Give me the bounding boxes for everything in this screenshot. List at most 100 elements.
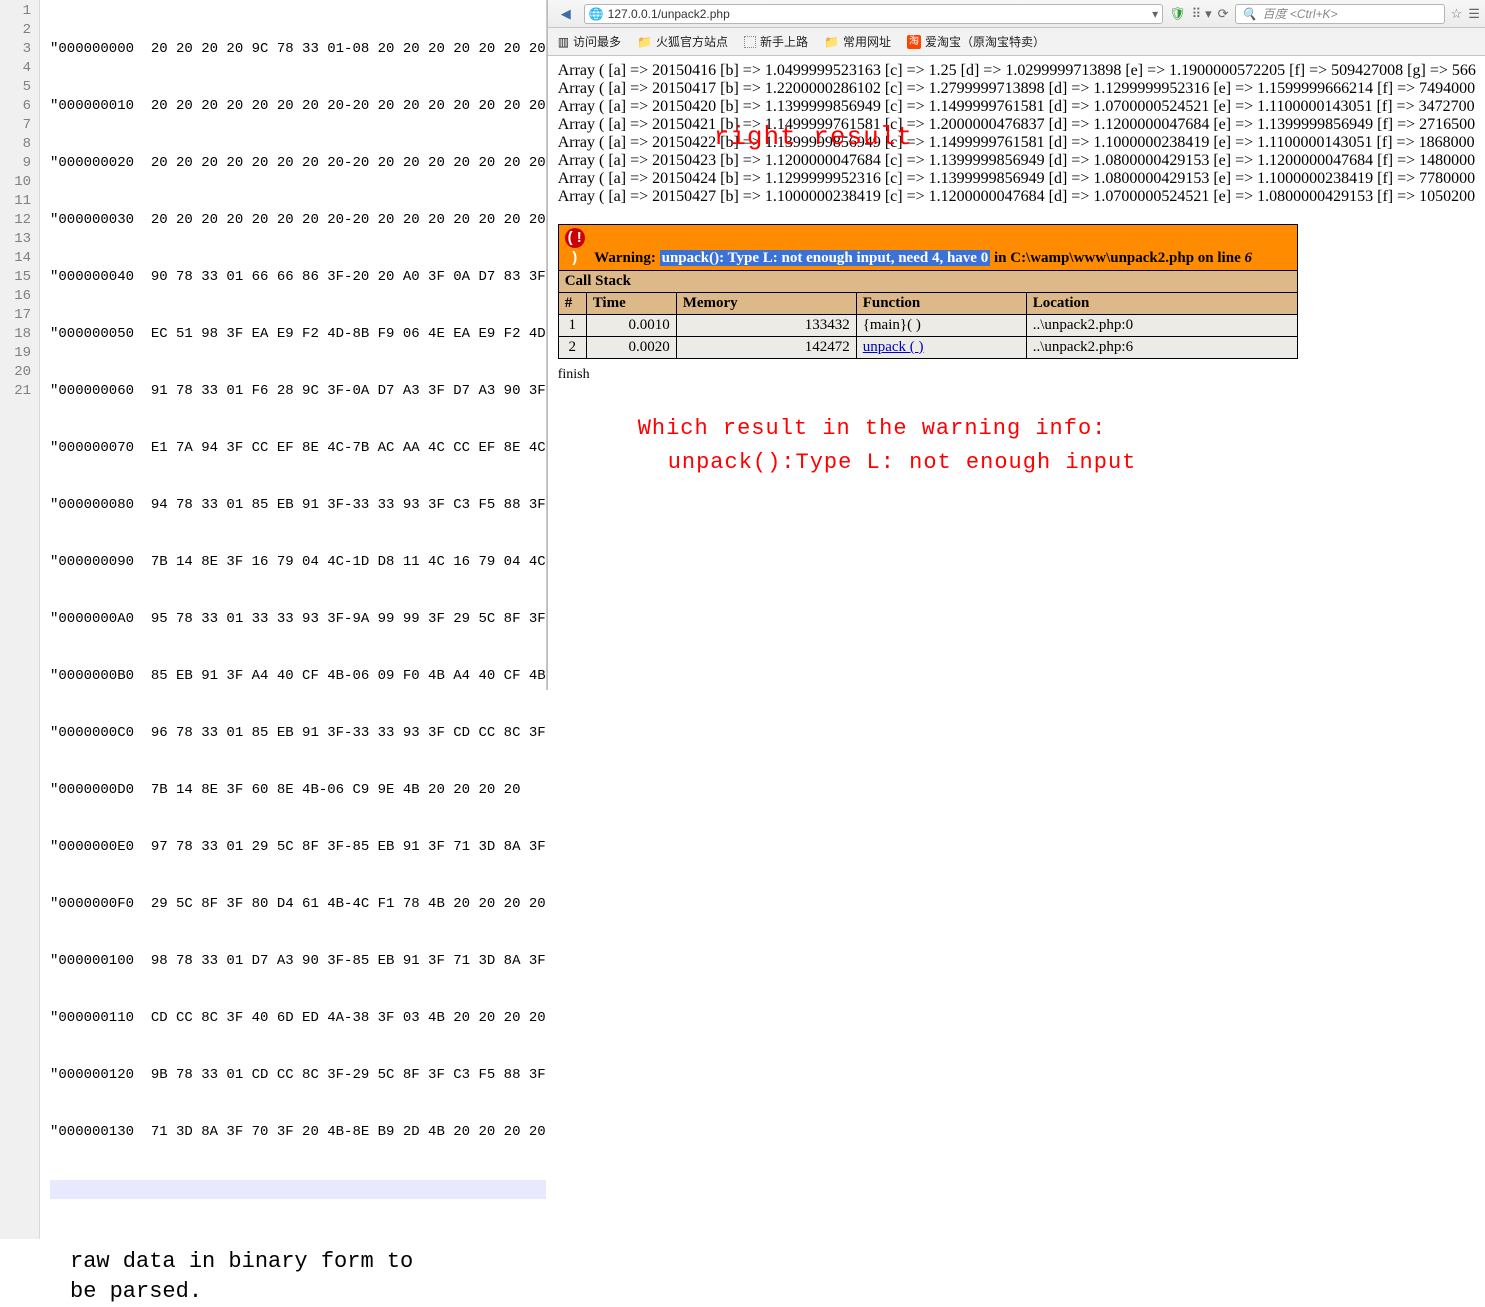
warning-file: C:\wamp\www\unpack2.php [1010,250,1194,266]
cell-location: ..\unpack2.php:6 [1026,337,1297,359]
hex-line: "000000070 E1 7A 94 3F CC EF 8E 4C-7B AC… [50,439,546,458]
cell-time: 0.0010 [586,315,676,337]
chevron-down-icon[interactable]: ▾ [1152,7,1158,21]
bookmark-label: 常用网址 [843,33,891,50]
line-number: 12 [0,211,31,230]
hex-line: "000000020 20 20 20 20 20 20 20 20-20 20… [50,154,546,173]
bookmarks-bar: ▥ 访问最多 📁 火狐官方站点 新手上路 📁 常用网址 淘 爱淘宝（原淘宝特卖） [548,28,1485,56]
bookmark-most-visited[interactable]: ▥ 访问最多 [558,33,621,50]
array-output-line: Array ( [a] => 20150427 [b] => 1.1000000… [558,188,1476,206]
col-num: # [558,293,586,315]
back-button[interactable]: ◀ [554,4,578,24]
page-content: Array ( [a] => 20150416 [b] => 1.0499999… [548,56,1485,690]
callstack-row: 1 0.0010 133432 {main}( ) ..\unpack2.php… [558,315,1297,337]
line-number: 13 [0,230,31,249]
cell-num: 2 [558,337,586,359]
bookmark-label: 新手上路 [760,33,808,50]
folder-icon: 📁 [824,35,839,49]
line-number: 7 [0,116,31,135]
col-function: Function [856,293,1026,315]
warning-header-row: ( ! ) Warning: unpack(): Type L: not eno… [558,225,1297,271]
url-bar-row: ◀ 🌐 127.0.0.1/unpack2.php ▾ 🛡 ⠿ ▾ ⟳ 🔍 百度… [548,0,1485,28]
hex-line: "000000080 94 78 33 01 85 EB 91 3F-33 33… [50,496,546,515]
shield-icon[interactable]: 🛡 [1169,6,1186,22]
hex-line: "000000060 91 78 33 01 F6 28 9C 3F-0A D7… [50,382,546,401]
line-number: 16 [0,287,31,306]
bookmark-firefox-site[interactable]: 📁 火狐官方站点 [637,33,728,50]
callstack-label: Call Stack [558,271,1297,293]
cell-memory: 133432 [676,315,856,337]
url-text: 127.0.0.1/unpack2.php [608,7,1148,21]
array-output-line: Array ( [a] => 20150417 [b] => 1.2200000… [558,80,1476,98]
browser-pane: ◀ 🌐 127.0.0.1/unpack2.php ▾ 🛡 ⠿ ▾ ⟳ 🔍 百度… [547,0,1485,690]
hex-line: "000000000 20 20 20 20 9C 78 33 01-08 20… [50,40,546,59]
cell-time: 0.0020 [586,337,676,359]
bookmark-getting-started[interactable]: 新手上路 [744,33,808,50]
left-annotation: raw data in binary form to be parsed. [0,1239,546,1307]
hex-editor-pane: 1 2 3 4 5 6 7 8 9 10 11 12 13 14 15 16 1… [0,0,547,690]
hex-line: "000000050 EC 51 98 3F EA E9 F2 4D-8B F9… [50,325,546,344]
warning-line-number: 6 [1244,250,1252,266]
line-number: 10 [0,173,31,192]
cell-function: unpack ( ) [856,337,1026,359]
cell-memory: 142472 [676,337,856,359]
line-number: 9 [0,154,31,173]
warning-in-text: in [990,250,1010,266]
array-output-line: Array ( [a] => 20150423 [b] => 1.1200000… [558,152,1476,170]
col-memory: Memory [676,293,856,315]
array-output-line: Array ( [a] => 20150421 [b] => 1.1499999… [558,116,1476,134]
cell-num: 1 [558,315,586,337]
line-number: 17 [0,306,31,325]
bookmark-aitaobao[interactable]: 淘 爱淘宝（原淘宝特卖） [907,33,1045,50]
hex-content[interactable]: "000000000 20 20 20 20 9C 78 33 01-08 20… [40,0,546,1239]
hex-line: "0000000C0 96 78 33 01 85 EB 91 3F-33 33… [50,724,546,743]
warning-prefix: Warning: [594,250,659,266]
hex-line: "000000090 7B 14 8E 3F 16 79 04 4C-1D D8… [50,553,546,572]
hex-line: "0000000D0 7B 14 8E 3F 60 8E 4B-06 C9 9E… [50,781,546,800]
xdebug-warning-box: ( ! ) Warning: unpack(): Type L: not eno… [558,224,1298,359]
arrow-left-icon: ◀ [561,6,571,22]
cell-function: {main}( ) [856,315,1026,337]
page-icon: ▥ [558,35,569,49]
line-number: 11 [0,192,31,211]
line-number: 20 [0,363,31,382]
line-number: 3 [0,40,31,59]
line-number: 4 [0,59,31,78]
url-input[interactable]: 🌐 127.0.0.1/unpack2.php ▾ [584,4,1163,24]
line-number: 21 [0,382,31,401]
bookmark-common-sites[interactable]: 📁 常用网址 [824,33,891,50]
hex-area: 1 2 3 4 5 6 7 8 9 10 11 12 13 14 15 16 1… [0,0,546,1239]
array-output-line: Array ( [a] => 20150416 [b] => 1.0499999… [558,62,1476,80]
hex-line: "000000100 98 78 33 01 D7 A3 90 3F-85 EB… [50,952,546,971]
apps-grid-icon[interactable]: ⠿ [1192,6,1200,22]
finish-text: finish [558,367,1476,383]
line-number: 2 [0,21,31,40]
hex-line: "000000120 9B 78 33 01 CD CC 8C 3F-29 5C… [50,1066,546,1085]
reload-icon[interactable]: ⟳ [1218,6,1229,22]
annotation-warning-explain: Which result in the warning info: unpack… [638,412,1137,480]
unpack-link[interactable]: unpack ( ) [863,339,924,355]
bookmark-label: 访问最多 [573,33,621,50]
line-number: 5 [0,78,31,97]
hex-line [50,1180,546,1199]
warning-online-text: on line [1194,250,1244,266]
taobao-icon: 淘 [907,35,921,49]
line-number: 1 [0,2,31,21]
callstack-header: Call Stack [558,271,1297,293]
menu-icon[interactable]: ☰ [1468,6,1480,22]
col-location: Location [1026,293,1297,315]
line-number: 8 [0,135,31,154]
array-output-line: Array ( [a] => 20150420 [b] => 1.1399999… [558,98,1476,116]
globe-icon: 🌐 [589,7,604,21]
callstack-columns: # Time Memory Function Location [558,293,1297,315]
chevron-down-icon[interactable]: ▾ [1205,6,1212,22]
bookmark-star-icon[interactable]: ☆ [1451,6,1463,22]
warning-icon: ( ! ) [565,228,585,248]
search-input[interactable]: 🔍 百度 <Ctrl+K> [1235,4,1445,24]
hex-line: "000000040 90 78 33 01 66 66 86 3F-20 20… [50,268,546,287]
hex-line: "0000000A0 95 78 33 01 33 33 93 3F-9A 99… [50,610,546,629]
search-placeholder: 百度 <Ctrl+K> [1263,5,1338,22]
hex-line: "000000010 20 20 20 20 20 20 20 20-20 20… [50,97,546,116]
array-output-line: Array ( [a] => 20150422 [b] => 1.1399999… [558,134,1476,152]
annotation-text: raw data in binary form to [70,1247,546,1277]
